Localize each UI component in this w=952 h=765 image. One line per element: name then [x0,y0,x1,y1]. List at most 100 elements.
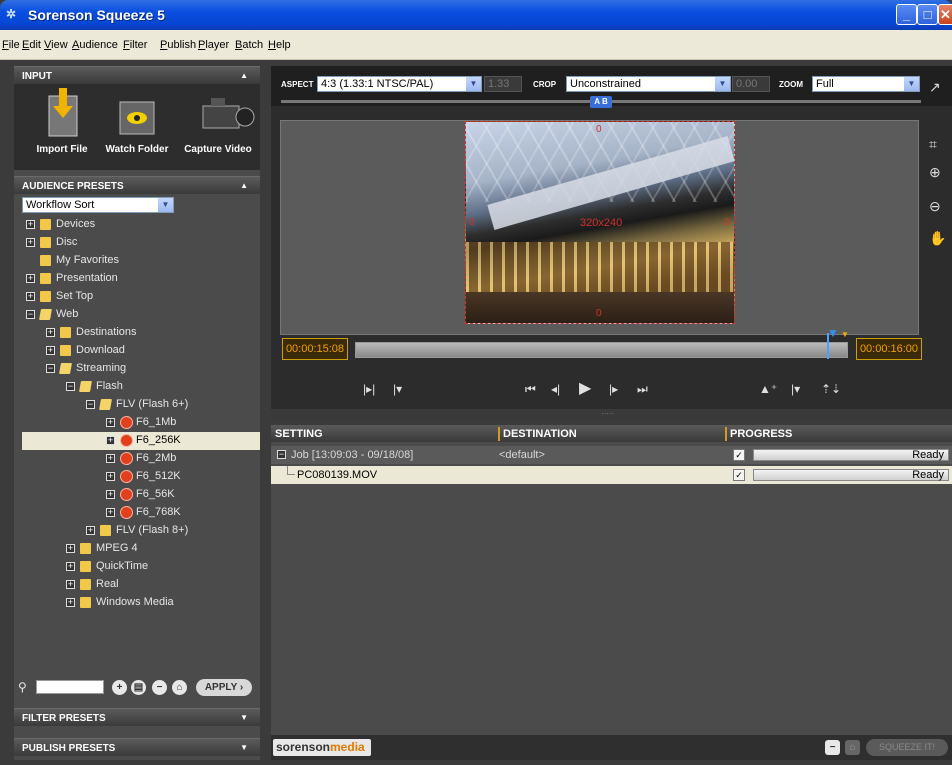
timeline-scrubber[interactable] [355,333,848,359]
marker-menu-icon[interactable]: |▾ [791,382,800,396]
expand-icon[interactable]: + [106,418,115,427]
column-separator[interactable] [498,427,500,441]
in-point-timecode[interactable]: 00:00:15:08 [282,338,348,360]
squeeze-it-button[interactable]: SQUEEZE IT! [866,739,948,756]
expand-icon[interactable]: + [26,292,35,301]
out-marker-icon[interactable]: ▼ [841,330,849,339]
zoom-select[interactable]: Full ▼ [812,76,920,92]
out-point-timecode[interactable]: 00:00:16:00 [856,338,922,360]
publish-preset-button[interactable]: ⌂ [172,680,187,695]
collapse-icon[interactable]: − [277,450,286,459]
publish-presets-header[interactable]: PUBLISH PRESETS ▼ [14,738,260,756]
import-file-button[interactable]: Import File [32,88,92,155]
expand-icon[interactable]: + [46,328,55,337]
crop-select[interactable]: Unconstrained ▼ [566,76,731,92]
menu-view[interactable]: View [44,39,68,51]
job-checkbox[interactable]: ✓ [733,449,745,461]
expand-icon[interactable]: + [106,490,115,499]
collapse-arrow-icon[interactable]: ▲ [240,71,248,80]
watch-folder-button[interactable]: Watch Folder [102,88,172,155]
source-checkbox[interactable]: ✓ [733,469,745,481]
tree-item[interactable]: + F6_512K [22,468,260,486]
filter-presets-header[interactable]: FILTER PRESETS ▼ [14,708,260,726]
step-back-icon[interactable]: ◂| [551,382,560,396]
remove-preset-button[interactable]: − [152,680,167,695]
chevron-down-icon[interactable]: ▼ [158,198,173,212]
tree-item[interactable]: + Presentation [22,270,260,288]
expand-icon[interactable]: + [106,508,115,517]
collapse-icon[interactable]: − [66,382,75,391]
split-icon[interactable]: ⇡⇣ [821,382,841,396]
tree-item[interactable]: + F6_1Mb [22,414,260,432]
source-row[interactable]: PC080139.MOV ✓ Ready [271,466,952,484]
tree-item[interactable]: + Set Top [22,288,260,306]
go-to-end-icon[interactable]: ⏭ [637,382,648,397]
input-panel-header[interactable]: INPUT ▲ [14,66,260,84]
collapse-icon[interactable]: − [26,310,35,319]
expand-icon[interactable]: + [26,220,35,229]
tree-item[interactable]: + Real [22,576,260,594]
aspect-select[interactable]: 4:3 (1.33:1 NTSC/PAL) ▼ [317,76,482,92]
play-icon[interactable]: ▶ [579,378,591,398]
pop-out-icon[interactable]: ↗ [929,79,941,96]
menu-help[interactable]: Help [268,39,291,51]
tree-item[interactable]: + QuickTime [22,558,260,576]
collapse-icon[interactable]: − [86,400,95,409]
tree-item[interactable]: + FLV (Flash 8+) [22,522,260,540]
video-frame[interactable]: 0 0 0 0 320x240 [465,121,735,324]
chevron-down-icon[interactable]: ▼ [715,77,730,91]
column-separator[interactable] [725,427,727,441]
go-to-start-icon[interactable]: ⏮ [525,382,536,397]
expand-icon[interactable]: + [106,472,115,481]
tree-item[interactable]: + Disc [22,234,260,252]
add-preset-button[interactable]: + [112,680,127,695]
ab-compare-handle[interactable]: A B [590,96,612,108]
apply-button[interactable]: APPLY › [196,679,252,696]
copy-preset-button[interactable]: ▤ [131,680,146,695]
tree-item[interactable]: + F6_256K [22,432,260,450]
hand-tool-icon[interactable]: ✋ [929,230,946,247]
add-marker-icon[interactable]: ▲⁺ [759,382,777,396]
expand-icon[interactable]: + [26,238,35,247]
chevron-down-icon[interactable]: ▼ [466,77,481,91]
expand-icon[interactable]: + [86,526,95,535]
collapse-icon[interactable]: − [46,364,55,373]
menu-publish[interactable]: Publish [160,39,196,51]
tree-item[interactable]: − Streaming [22,360,260,378]
expand-arrow-icon[interactable]: ▼ [240,713,248,722]
menu-player[interactable]: Player [198,39,229,51]
expand-icon[interactable]: + [106,454,115,463]
expand-icon[interactable]: + [46,346,55,355]
menu-audience[interactable]: Audience [72,39,118,51]
playhead-marker-icon[interactable]: ▼ [827,326,839,340]
tree-item[interactable]: − Flash [22,378,260,396]
preset-search-input[interactable] [36,680,104,694]
zoom-in-icon[interactable]: ⊕ [929,164,941,181]
tree-item[interactable]: + F6_768K [22,504,260,522]
menu-batch[interactable]: Batch [235,39,263,51]
menu-edit[interactable]: Edit [22,39,41,51]
chevron-down-icon[interactable]: ▼ [904,77,919,91]
maximize-button[interactable]: □ [917,4,938,25]
tree-item[interactable]: + Devices [22,216,260,234]
column-progress[interactable]: PROGRESS [730,428,792,440]
audience-presets-header[interactable]: AUDIENCE PRESETS ▲ [14,176,260,194]
tree-item[interactable]: + F6_2Mb [22,450,260,468]
expand-icon[interactable]: + [26,274,35,283]
panel-splitter[interactable]: ····· [271,409,952,421]
tree-item[interactable]: + F6_56K [22,486,260,504]
zoom-out-icon[interactable]: ⊖ [929,198,941,215]
expand-icon[interactable]: + [66,598,75,607]
capture-video-button[interactable]: Capture Video [180,88,256,155]
expand-icon[interactable]: + [106,436,115,445]
minimize-button[interactable]: _ [896,4,917,25]
set-in-point-icon[interactable]: |▸| [363,382,375,396]
workflow-sort-select[interactable]: Workflow Sort ▼ [22,197,174,213]
tree-item[interactable]: + MPEG 4 [22,540,260,558]
tree-item[interactable]: − FLV (Flash 6+) [22,396,260,414]
expand-arrow-icon[interactable]: ▼ [240,743,248,752]
crop-tool-icon[interactable]: ⌗ [929,136,937,153]
tree-item[interactable]: + Windows Media [22,594,260,612]
splitter-grip-icon[interactable]: ····· [601,409,614,418]
collapse-arrow-icon[interactable]: ▲ [240,181,248,190]
